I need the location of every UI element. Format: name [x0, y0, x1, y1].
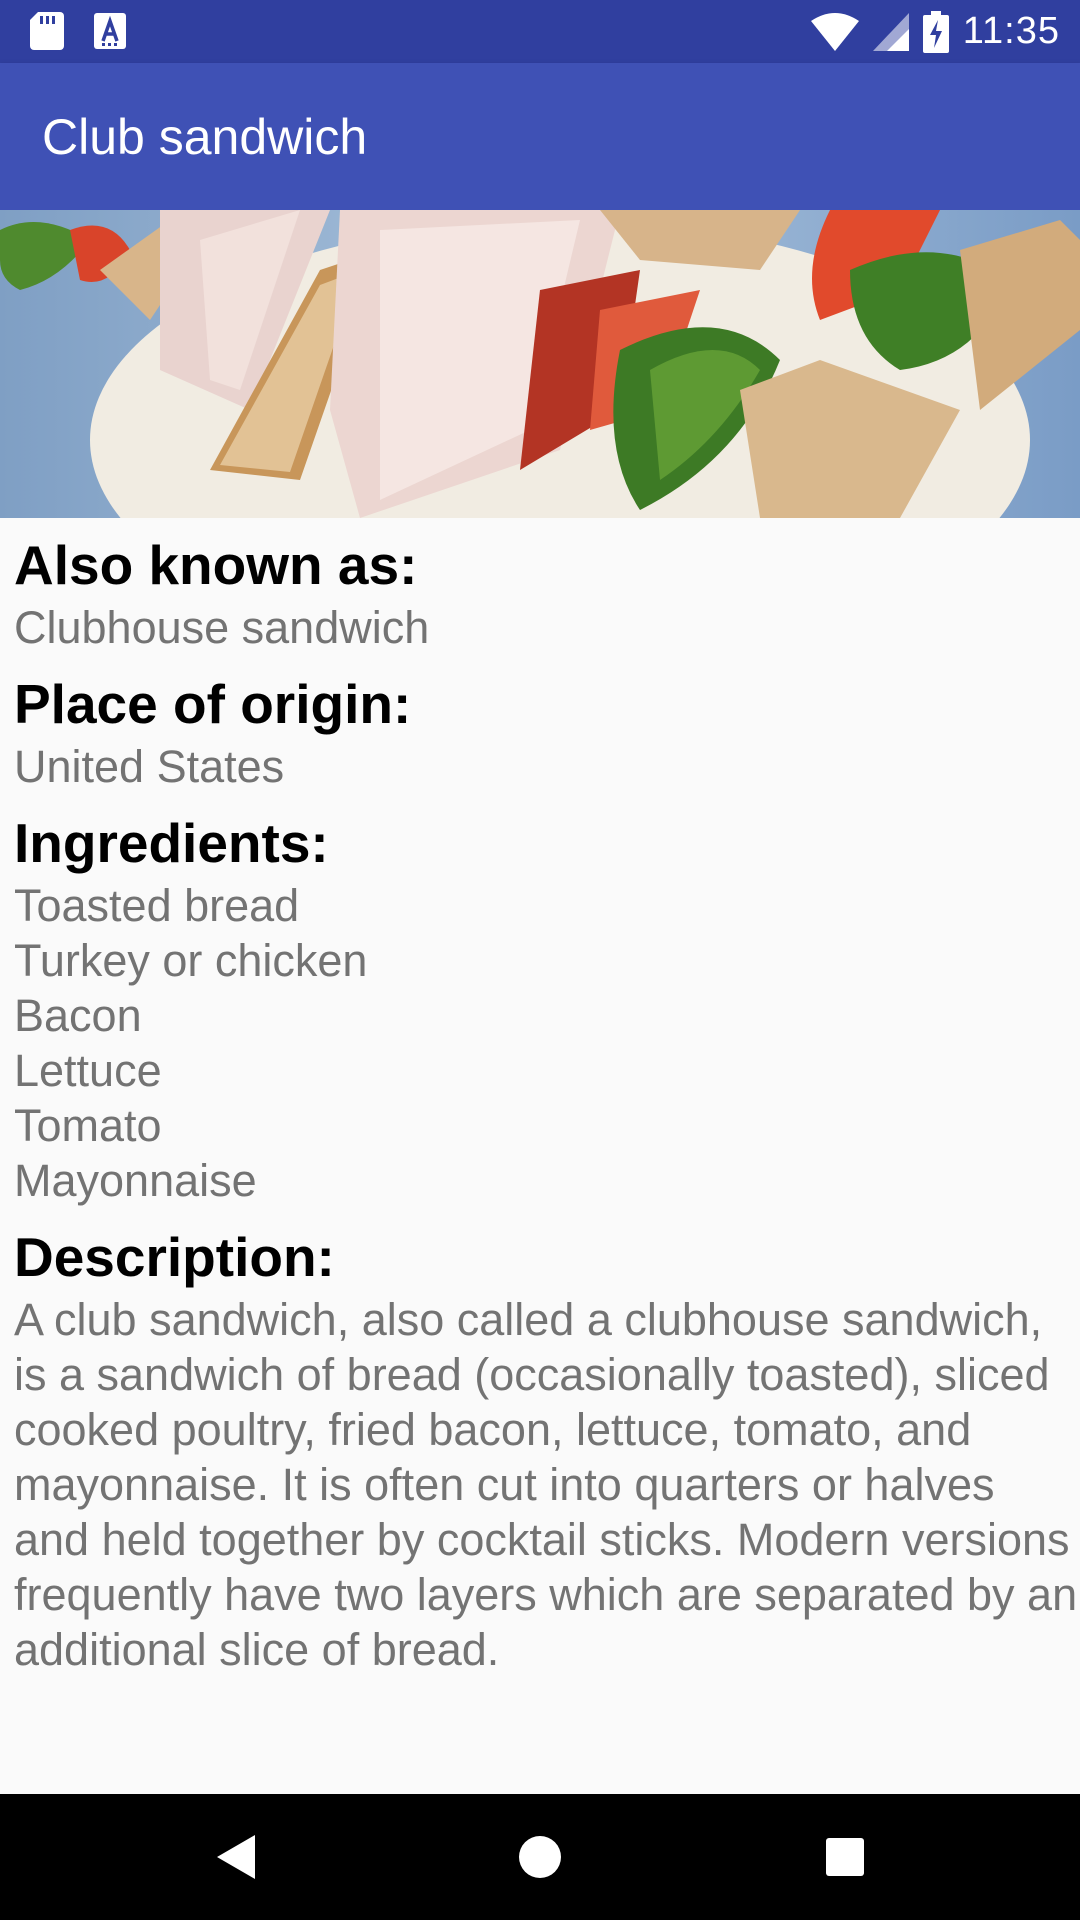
also-known-as-value: Clubhouse sandwich	[14, 602, 430, 653]
status-right-icons: 11:35	[810, 0, 1060, 63]
sandwich-details: Also known as: Clubhouse sandwich Place …	[14, 530, 1080, 1677]
list-item: Tomato	[14, 1100, 162, 1151]
list-item: Mayonnaise	[14, 1155, 257, 1206]
sd-card-icon	[30, 12, 64, 50]
cell-signal-icon	[872, 12, 909, 51]
sandwich-image	[0, 210, 1080, 518]
status-left-icons	[30, 12, 126, 50]
list-item: Toasted bread	[14, 880, 300, 931]
text-a-icon	[94, 13, 126, 49]
club-sandwich-photo	[0, 210, 1080, 518]
also-known-as-label: Also known as:	[14, 534, 418, 596]
back-button[interactable]	[205, 1827, 265, 1887]
status-time: 11:35	[962, 10, 1060, 52]
page-title: Club sandwich	[42, 109, 368, 165]
home-button[interactable]	[510, 1827, 570, 1887]
status-bar: 11:35	[0, 0, 1080, 63]
recents-button[interactable]	[815, 1827, 875, 1887]
list-item: Bacon	[14, 990, 142, 1041]
wifi-icon	[810, 12, 859, 51]
back-icon	[217, 1835, 255, 1879]
origin-label: Place of origin:	[14, 673, 412, 735]
app-bar: Club sandwich	[0, 63, 1080, 210]
navigation-bar	[0, 1794, 1080, 1920]
ingredients-list: Toasted bread Turkey or chicken Bacon Le…	[14, 878, 1080, 1208]
list-item: Turkey or chicken	[14, 935, 368, 986]
recents-icon	[826, 1838, 864, 1876]
origin-value: United States	[14, 741, 285, 792]
description-text: A club sandwich, also called a clubhouse…	[14, 1294, 1078, 1675]
list-item: Lettuce	[14, 1045, 162, 1096]
battery-charging-icon	[922, 10, 949, 53]
ingredients-label: Ingredients:	[14, 812, 329, 874]
description-label: Description:	[14, 1226, 335, 1288]
home-icon	[519, 1836, 561, 1878]
